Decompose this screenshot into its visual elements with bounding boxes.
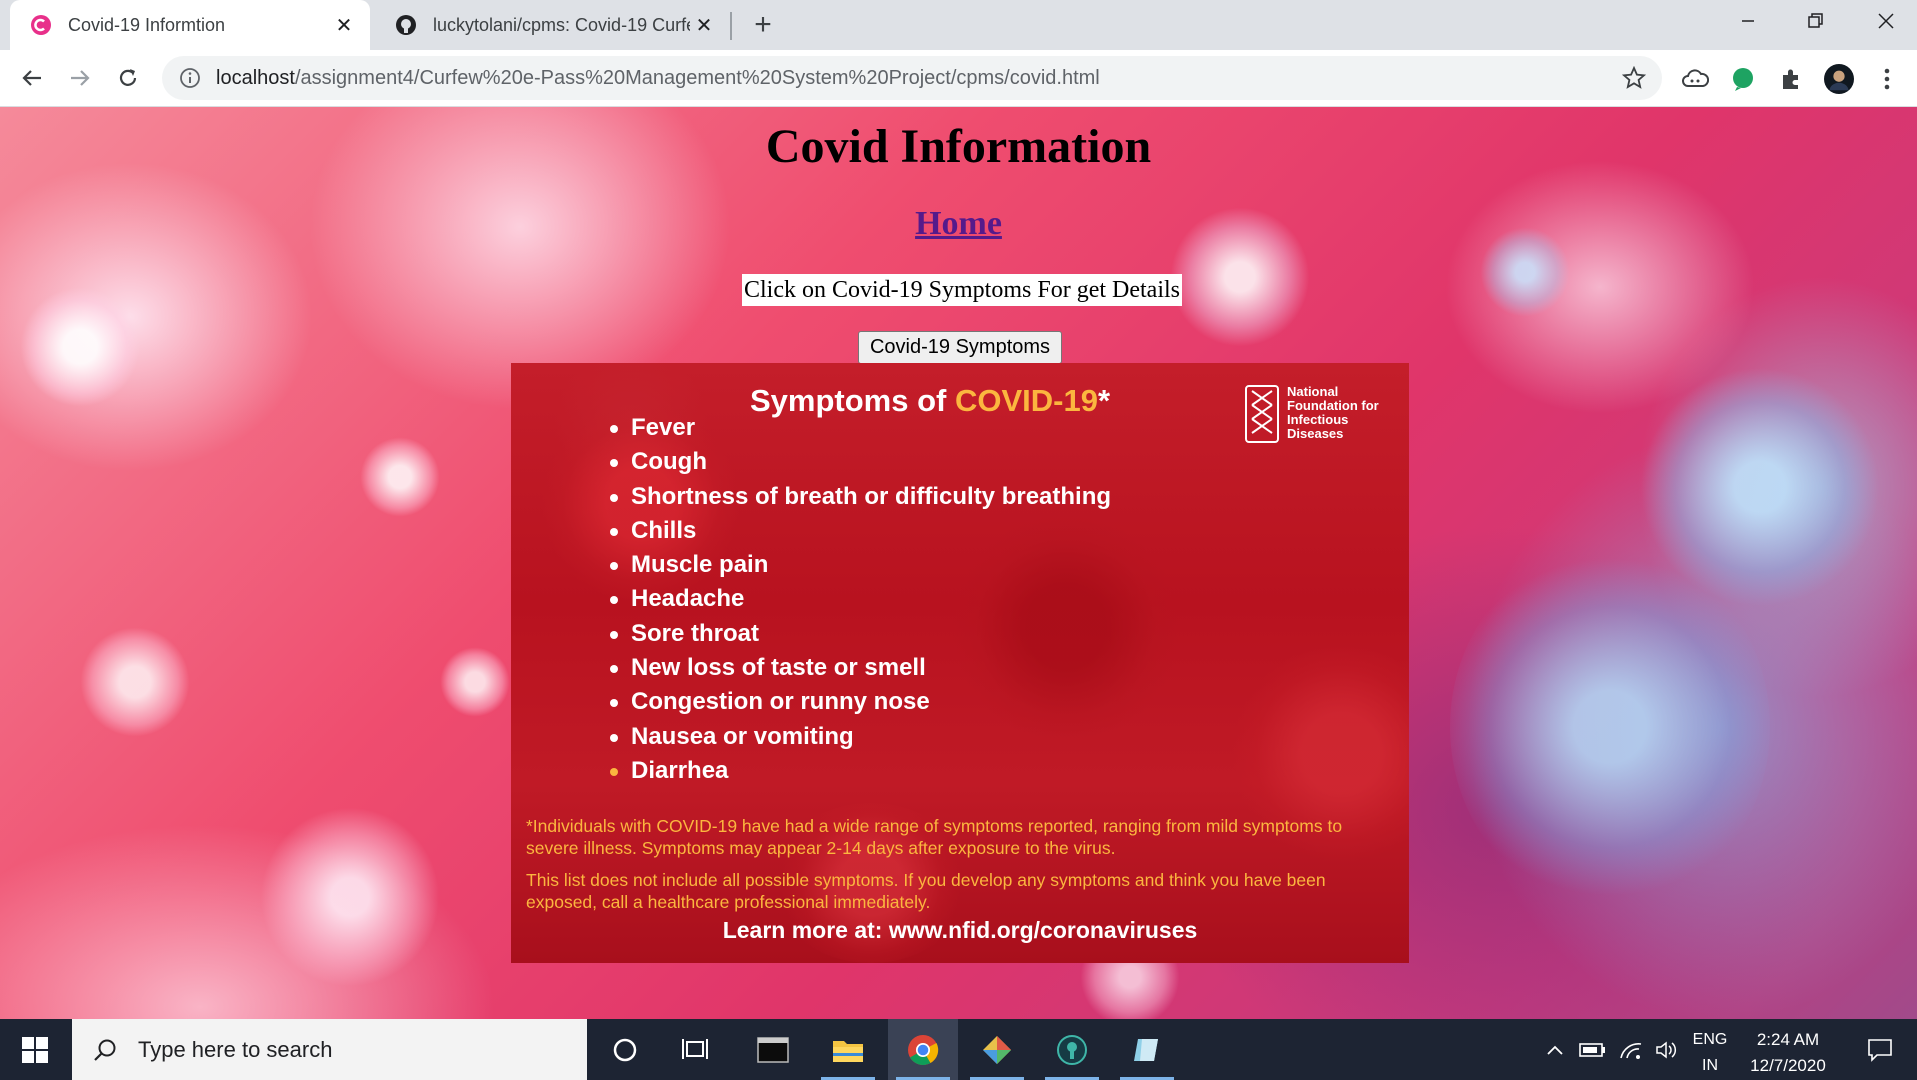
tab-covid-information[interactable]: Covid-19 Informtion ✕ (10, 0, 370, 50)
symptom-item: Congestion or runny nose (607, 685, 1111, 719)
virus-decoration (360, 437, 440, 517)
tab-divider (730, 12, 732, 40)
close-icon[interactable]: ✕ (330, 11, 358, 39)
search-placeholder: Type here to search (138, 1036, 333, 1062)
close-icon[interactable]: ✕ (690, 11, 718, 39)
notepad-app-icon[interactable] (1112, 1019, 1182, 1080)
page-viewport: Covid Information Home Click on Covid-19… (0, 107, 1917, 1019)
symptom-item: Muscle pain (607, 548, 1111, 582)
url-path: /assignment4/Curfew%20e-Pass%20Managemen… (294, 66, 1100, 89)
nfid-logo-mark (1245, 385, 1279, 443)
disclaimer-note: This list does not include all possible … (526, 870, 1326, 912)
browser-toolbar: localhost/assignment4/Curfew%20e-Pass%20… (0, 50, 1917, 107)
tab-github-cpms[interactable]: luckytolani/cpms: Covid-19 Curfe ✕ (375, 0, 730, 50)
symptom-item: Sore throat (607, 617, 1111, 651)
virus-decoration (20, 287, 140, 407)
system-clock[interactable]: 2:24 AM 12/7/2020 (1738, 1027, 1838, 1079)
symptom-item: Headache (607, 582, 1111, 616)
search-icon (90, 1035, 120, 1065)
extensions-puzzle-icon[interactable] (1776, 64, 1806, 94)
symptom-item: Fever (607, 411, 1111, 445)
virus-decoration (80, 627, 190, 737)
info-icon[interactable] (178, 66, 202, 90)
logo-line: Infectious (1287, 412, 1349, 427)
learn-more-text: Learn more at: www.nfid.org/coronaviruse… (722, 917, 1198, 943)
logo-line: Foundation for (1287, 398, 1379, 413)
logo-line: National (1287, 384, 1339, 399)
symptom-item: Nausea or vomiting (607, 720, 1111, 754)
url-text[interactable]: localhost/assignment4/Curfew%20e-Pass%20… (216, 67, 1100, 90)
symptoms-prompt-text: Click on Covid-19 Symptoms For get Detai… (742, 274, 1182, 306)
disclaimer-note: *Individuals with COVID-19 have had a wi… (526, 816, 1343, 858)
extension-green-icon[interactable] (1728, 64, 1758, 94)
symptom-item: Chills (607, 514, 1111, 548)
notifications-icon[interactable] (1855, 1019, 1905, 1080)
virus-decoration (260, 807, 440, 987)
windows-start-icon[interactable] (0, 1019, 70, 1080)
profile-avatar[interactable] (1824, 64, 1854, 94)
symptom-item: New loss of taste or smell (607, 651, 1111, 685)
symptom-item: Cough (607, 445, 1111, 479)
nfid-logo-text: National Foundation for Infectious Disea… (1287, 385, 1387, 441)
back-icon[interactable] (12, 58, 52, 98)
battery-icon[interactable] (1576, 1019, 1610, 1080)
symptoms-infographic: Symptoms of COVID-19* National Foundatio… (511, 363, 1409, 963)
page-title: Covid Information (765, 120, 1152, 173)
symptom-item: Diarrhea (607, 754, 1111, 788)
tab-strip: Covid-19 Informtion ✕ luckytolani/cpms: … (0, 0, 1917, 50)
cortana-icon[interactable] (590, 1019, 660, 1080)
diamond-app-icon[interactable] (962, 1019, 1032, 1080)
chevron-up-icon[interactable] (1540, 1019, 1570, 1080)
reload-icon[interactable] (108, 58, 148, 98)
clock-date: 12/7/2020 (1750, 1056, 1826, 1075)
minimize-icon[interactable] (1718, 0, 1778, 42)
symptom-item: Shortness of breath or difficulty breath… (607, 480, 1111, 514)
chrome-icon[interactable] (888, 1019, 958, 1080)
github-icon (395, 14, 417, 36)
symptoms-list: Fever Cough Shortness of breath or diffi… (607, 411, 1111, 788)
nfid-logo: National Foundation for Infectious Disea… (1245, 385, 1385, 447)
language-bottom: IN (1702, 1057, 1718, 1074)
address-bar[interactable]: localhost/assignment4/Curfew%20e-Pass%20… (162, 56, 1662, 100)
virus-decoration (1450, 547, 1770, 907)
windows-taskbar: Type here to search ENG IN 2:24 AM 12/7/… (0, 1019, 1917, 1080)
bookmark-star-icon[interactable] (1621, 65, 1647, 90)
forward-icon[interactable] (60, 58, 100, 98)
wifi-icon[interactable] (1614, 1019, 1648, 1080)
menu-dots-icon[interactable] (1872, 64, 1902, 94)
taskbar-search-box[interactable]: Type here to search (72, 1019, 587, 1080)
new-tab-button[interactable]: + (745, 7, 781, 43)
language-top: ENG (1692, 1031, 1728, 1048)
clock-time: 2:24 AM (1756, 1030, 1820, 1049)
virus-decoration (440, 647, 510, 717)
c-shaped-pink-favicon-icon (30, 14, 52, 36)
restore-icon[interactable] (1786, 0, 1846, 42)
home-link[interactable]: Home (915, 205, 1002, 242)
tab-title: Covid-19 Informtion (68, 14, 226, 35)
file-explorer-icon[interactable] (813, 1019, 883, 1080)
terminal-app-icon[interactable] (738, 1019, 808, 1080)
url-host: localhost (216, 66, 295, 89)
extension-cloud-icon[interactable] (1680, 64, 1710, 94)
logo-line: Diseases (1287, 426, 1344, 441)
close-window-icon[interactable] (1856, 0, 1916, 42)
language-indicator[interactable]: ENG IN (1688, 1027, 1732, 1079)
tab-title: luckytolani/cpms: Covid-19 Curfe (433, 14, 690, 35)
covid-symptoms-button[interactable]: Covid-19 Symptoms (858, 331, 1062, 364)
home-link-wrapper: Home (0, 205, 1917, 243)
circular-app-icon[interactable] (1037, 1019, 1107, 1080)
task-view-icon[interactable] (660, 1019, 730, 1080)
volume-icon[interactable] (1650, 1019, 1684, 1080)
